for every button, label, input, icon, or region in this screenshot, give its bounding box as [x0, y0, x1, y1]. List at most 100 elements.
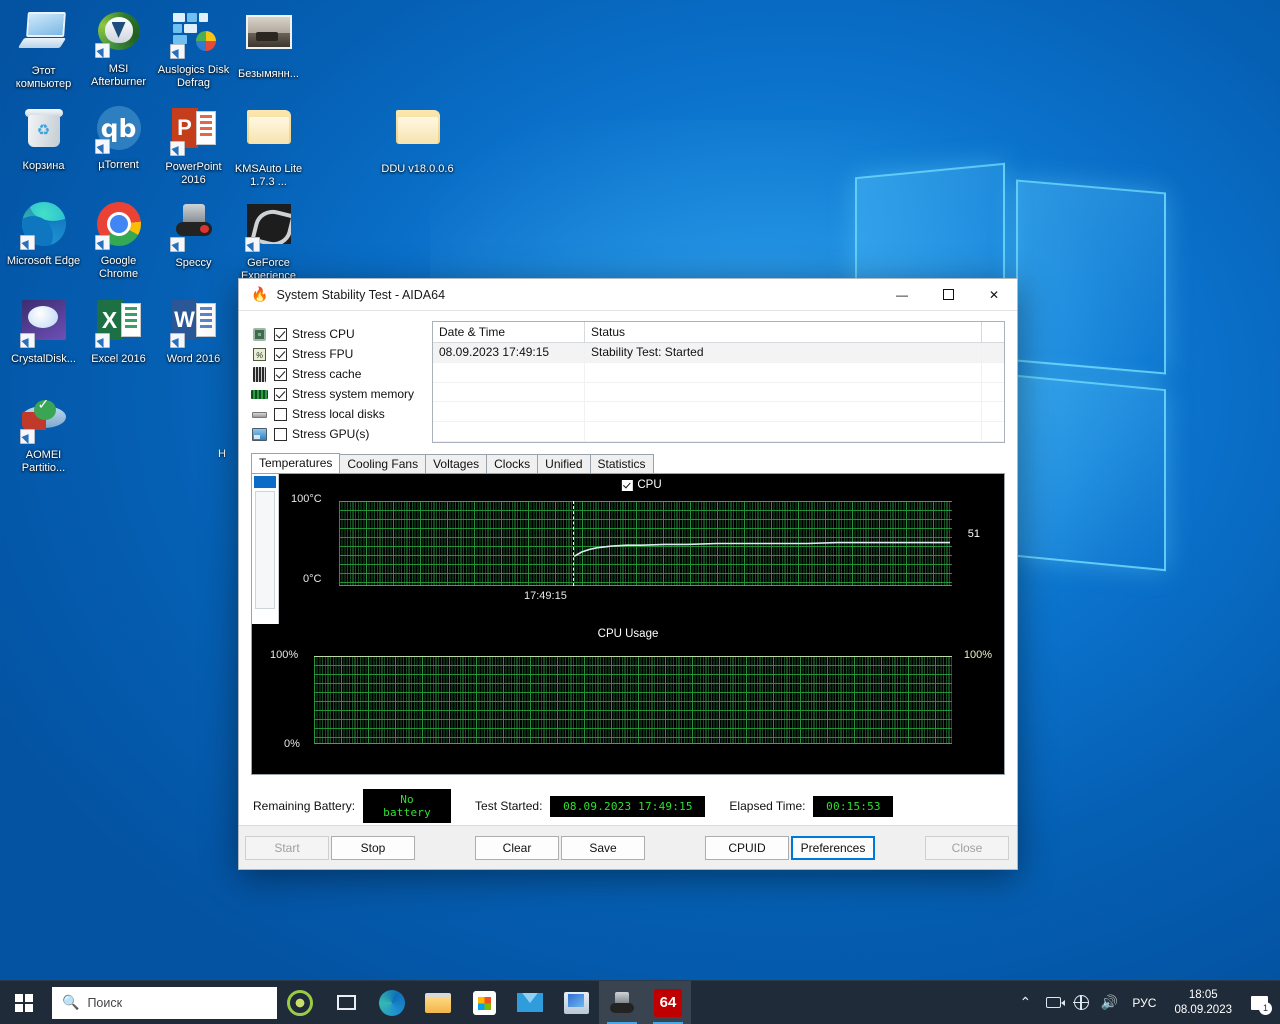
desktop-icon-auslogics-disk-defrag[interactable]: Auslogics Disk Defrag	[156, 8, 231, 90]
search-placeholder: Поиск	[87, 995, 123, 1010]
language-indicator[interactable]: РУС	[1124, 996, 1164, 1010]
edge-icon	[379, 989, 405, 1016]
checkbox-stress-system-memory[interactable]	[274, 387, 287, 401]
option-stress-fpu[interactable]: % Stress FPU	[251, 344, 426, 364]
desktop-icon-label: Этот компьютер	[15, 65, 72, 90]
taskbar-item-cortana[interactable]	[277, 981, 323, 1024]
sensor-selected-item[interactable]	[254, 476, 276, 488]
preferences-button[interactable]: Preferences	[791, 835, 875, 860]
desktop-icon-microsoft-edge[interactable]: Microsoft Edge	[6, 200, 81, 268]
camera-icon[interactable]	[1040, 981, 1066, 1024]
clear-button[interactable]: Clear	[475, 835, 559, 860]
legend-cpu-checkbox[interactable]	[621, 479, 633, 491]
desktop-icon-this-pc[interactable]: Этот компьютер	[6, 8, 81, 91]
save-button[interactable]: Save	[561, 835, 645, 860]
system-tray: ⌃ 🔊 РУС 18:05 08.09.2023 1	[1012, 981, 1280, 1024]
temp-axis-min-label: 0°C	[303, 573, 322, 585]
taskbar-item-task-view[interactable]	[323, 981, 369, 1024]
tab-unified[interactable]: Unified	[537, 454, 591, 473]
desktop-icon-powerpoint[interactable]: P PowerPoint 2016	[156, 104, 231, 187]
desktop-icon-aomei-partition-assistant[interactable]: AOMEI Partitio...	[6, 392, 81, 475]
cpu-usage-chart-panel: CPU Usage 100% 0% 100%	[252, 624, 1004, 774]
memory-module-icon	[251, 387, 268, 402]
tab-temperatures[interactable]: Temperatures	[251, 453, 341, 473]
temperature-chart-panel: CPU 100°C 0°C 17:49:15 51	[252, 474, 1004, 624]
desktop-icon-word[interactable]: W Word 2016	[156, 296, 231, 366]
table-row-empty[interactable]	[433, 362, 1004, 383]
close-button[interactable]: ✕	[971, 279, 1017, 310]
option-stress-cpu[interactable]: Stress CPU	[251, 324, 426, 344]
column-header-status[interactable]: Status	[585, 322, 982, 342]
cpu-usage-plot-area	[314, 656, 952, 744]
checkbox-stress-cpu[interactable]	[274, 327, 287, 341]
volume-icon[interactable]: 🔊	[1096, 981, 1122, 1024]
column-header-date-time[interactable]: Date & Time	[433, 322, 585, 342]
desktop-icon-label: CrystalDisk...	[11, 353, 76, 365]
desktop-icon-label: AOMEI Partitio...	[21, 449, 66, 474]
maximize-button[interactable]	[925, 279, 971, 310]
start-button[interactable]	[0, 981, 48, 1024]
tab-cooling-fans[interactable]: Cooling Fans	[339, 454, 427, 473]
taskbar-clock[interactable]: 18:05 08.09.2023	[1166, 988, 1240, 1018]
desktop-icon-msi-afterburner[interactable]: MSI Afterburner	[81, 8, 156, 89]
column-header-spare[interactable]	[982, 322, 1004, 342]
table-row-empty[interactable]	[433, 382, 1004, 403]
checkbox-stress-fpu[interactable]	[274, 347, 287, 361]
taskbar-item-microsoft-store[interactable]	[461, 981, 507, 1024]
notifications-icon[interactable]: 1	[1242, 981, 1276, 1024]
folder-icon	[245, 110, 293, 158]
desktop-icon-ddu[interactable]: DDU v18.0.0.6	[380, 104, 455, 176]
desktop-icon-kmsauto[interactable]: KMSAuto Lite 1.7.3 ...	[231, 104, 306, 189]
taskbar-item-file-explorer[interactable]	[415, 981, 461, 1024]
sensor-list-panel[interactable]	[252, 474, 279, 624]
checkbox-stress-gpus[interactable]	[274, 427, 287, 441]
taskbar-item-microsoft-edge[interactable]	[369, 981, 415, 1024]
option-stress-gpus[interactable]: Stress GPU(s)	[251, 424, 426, 444]
desktop-icon-label: DDU v18.0.0.6	[381, 163, 454, 175]
tab-clocks[interactable]: Clocks	[486, 454, 539, 473]
taskbar-item-mail[interactable]	[507, 981, 553, 1024]
sensor-list-scroll[interactable]	[255, 491, 275, 609]
cpuid-button[interactable]: CPUID	[705, 835, 789, 860]
desktop-icon-excel[interactable]: X Excel 2016	[81, 296, 156, 366]
checkbox-stress-cache[interactable]	[274, 367, 287, 381]
battery-value: No battery	[363, 789, 452, 823]
start-button[interactable]: Start	[245, 835, 329, 860]
close-action-button[interactable]: Close	[925, 835, 1009, 860]
cpu-chip-icon	[251, 327, 268, 342]
option-stress-cache[interactable]: Stress cache	[251, 364, 426, 384]
desktop-icon-speccy[interactable]: Speccy	[156, 200, 231, 270]
network-globe-icon[interactable]	[1068, 981, 1094, 1024]
desktop-icon-crystaldiskinfo[interactable]: CrystalDisk...	[6, 296, 81, 366]
tab-statistics[interactable]: Statistics	[589, 454, 654, 473]
window-titlebar[interactable]: 🔥 System Stability Test - AIDA64 — ✕	[239, 279, 1017, 311]
search-input[interactable]: 🔍 Поиск	[52, 986, 277, 1019]
checkbox-stress-local-disks[interactable]	[274, 407, 287, 421]
temp-x-tick-label: 17:49:15	[524, 590, 567, 602]
desktop-icon-recycle-bin[interactable]: ♻ Корзина	[6, 104, 81, 173]
table-row-empty[interactable]	[433, 402, 1004, 423]
tab-voltages[interactable]: Voltages	[425, 454, 488, 473]
stop-button[interactable]: Stop	[331, 835, 415, 860]
option-stress-local-disks[interactable]: Stress local disks	[251, 404, 426, 424]
elapsed-time-value: 00:15:53	[813, 795, 894, 817]
tray-chevron-icon[interactable]: ⌃	[1012, 981, 1038, 1024]
option-label: Stress CPU	[292, 327, 355, 341]
desktop-icon-google-chrome[interactable]: Google Chrome	[81, 200, 156, 281]
desktop-icon-image-file[interactable]: Безымянн...	[231, 8, 306, 81]
charts-container: CPU 100°C 0°C 17:49:15 51 CPU Usage 100%…	[251, 473, 1005, 775]
minimize-button[interactable]: —	[879, 279, 925, 310]
taskbar-item-photos[interactable]	[553, 981, 599, 1024]
desktop-icon-geforce-experience[interactable]: GeForce Experience	[231, 200, 306, 283]
temperature-legend-cpu[interactable]: CPU	[621, 479, 662, 491]
temperature-graph: CPU 100°C 0°C 17:49:15 51	[279, 474, 1004, 624]
option-stress-system-memory[interactable]: Stress system memory	[251, 384, 426, 404]
event-log-table[interactable]: Date & Time Status 08.09.2023 17:49:15 S…	[432, 321, 1005, 443]
test-started-label: Test Started:	[475, 799, 543, 813]
taskbar-item-speccy[interactable]	[599, 980, 645, 1024]
taskbar-item-aida64[interactable]: 64	[645, 980, 691, 1024]
table-row-empty[interactable]	[433, 422, 1004, 442]
desktop-icon-utorrent[interactable]: qb µTorrent	[81, 104, 156, 172]
table-row[interactable]: 08.09.2023 17:49:15 Stability Test: Star…	[433, 343, 1004, 363]
windows-start-icon	[15, 993, 33, 1012]
